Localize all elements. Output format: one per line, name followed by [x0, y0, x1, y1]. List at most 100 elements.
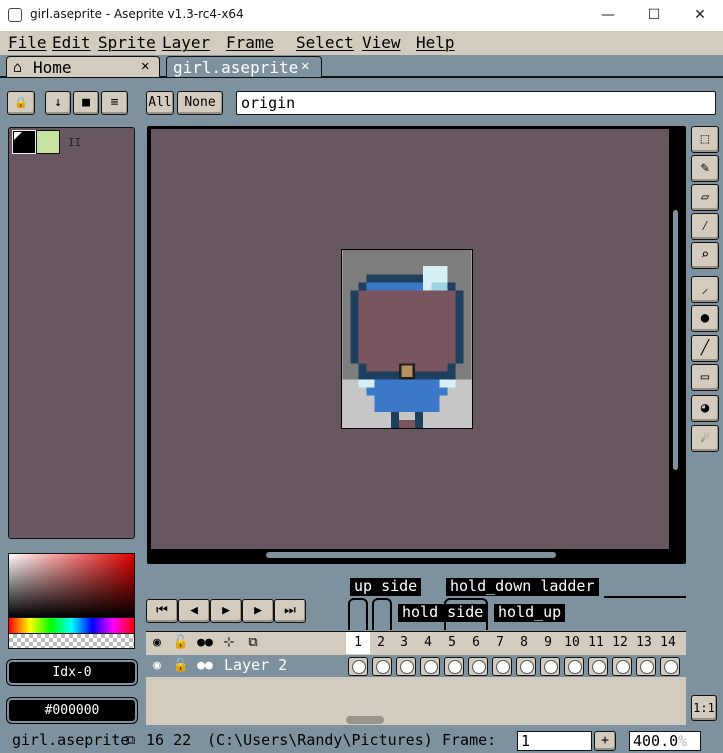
frame-number-input[interactable] [517, 731, 592, 751]
status-file-name: girl.aseprite [12, 731, 130, 749]
alpha-slider[interactable] [8, 634, 135, 649]
cel-frame-7[interactable] [492, 657, 512, 676]
frame-header-13[interactable]: 13 [633, 633, 655, 653]
select-all-button[interactable]: All [146, 91, 174, 115]
color-index-button[interactable]: Idx-0 [6, 659, 138, 686]
cel-frame-10[interactable] [564, 657, 584, 676]
frame-header-3[interactable]: 3 [393, 633, 415, 653]
continuous-header-icon[interactable]: ●● [194, 633, 216, 653]
frame-header-14[interactable]: 14 [657, 633, 679, 653]
frame-header-12[interactable]: 12 [609, 633, 631, 653]
lock-button[interactable]: 🔒 [7, 91, 35, 115]
tool-rectangular-marquee[interactable]: ⬚ [691, 126, 719, 153]
tag-up-side[interactable]: up side [350, 578, 422, 596]
cel-frame-12[interactable] [612, 657, 632, 676]
tool-pencil[interactable]: ✎ [691, 155, 719, 182]
frame-header-4[interactable]: 4 [417, 633, 439, 653]
add-frame-button[interactable]: + [594, 731, 616, 751]
layer-lock-icon[interactable]: 🔓 [170, 656, 192, 676]
menu-layer[interactable]: Layer [162, 33, 210, 52]
layer-name[interactable]: Layer 2 [224, 656, 287, 674]
hue-slider[interactable] [8, 618, 135, 634]
cel-frame-8[interactable] [516, 657, 536, 676]
horizontal-scrollbar[interactable] [266, 552, 556, 558]
list-button[interactable]: ≡ [101, 91, 128, 115]
frame-header-11[interactable]: 11 [585, 633, 607, 653]
palette-swatch-green[interactable] [36, 130, 60, 154]
play-button[interactable]: ▶ [210, 599, 242, 623]
tool-eraser[interactable]: ▱ [691, 184, 719, 211]
lock-header-icon[interactable]: 🔓 [170, 633, 192, 653]
cel-frame-2[interactable] [372, 657, 392, 676]
tool-paint-bucket[interactable]: ● [691, 305, 719, 332]
palette-swatch-black[interactable] [12, 130, 36, 154]
tab-girl-aseprite-close-icon[interactable]: ✕ [301, 58, 309, 74]
tab-home[interactable]: ⌂ Home ✕ [6, 56, 160, 77]
frame-header-1[interactable]: 1 [347, 633, 369, 653]
frame-header-5[interactable]: 5 [441, 633, 463, 653]
frame-header-6[interactable]: 6 [465, 633, 487, 653]
tab-home-close-icon[interactable]: ✕ [141, 58, 149, 74]
palette-grip-icon[interactable]: II [68, 136, 81, 149]
menu-frame[interactable]: Frame [226, 33, 274, 52]
next-frame-button[interactable]: ▶ [242, 599, 274, 623]
maximize-button[interactable]: ☐ [631, 0, 677, 31]
square-button[interactable]: ■ [73, 91, 99, 115]
onion-skin-icon[interactable]: ⧉ [242, 633, 264, 653]
minimize-button[interactable]: — [585, 0, 631, 31]
cel-frame-11[interactable] [588, 657, 608, 676]
layer-search-input[interactable] [236, 91, 716, 115]
first-frame-button[interactable]: ⏮ [146, 599, 178, 623]
close-window-button[interactable]: ✕ [677, 0, 723, 31]
previous-frame-button[interactable]: ◀ [178, 599, 210, 623]
frame-header-8[interactable]: 8 [513, 633, 535, 653]
cel-frame-3[interactable] [396, 657, 416, 676]
menu-help[interactable]: Help [416, 33, 455, 52]
cel-dot-icon [496, 660, 510, 674]
palette-panel[interactable] [8, 127, 135, 539]
tag-hold-up[interactable]: hold_up [494, 604, 566, 622]
frame-header-7[interactable]: 7 [489, 633, 511, 653]
tag-bracket-2 [372, 598, 392, 630]
tool-rectangle[interactable]: ▭ [691, 364, 719, 391]
reset-zoom-button[interactable]: 1:1 [691, 695, 717, 721]
cel-frame-4[interactable] [420, 657, 440, 676]
tool-blur[interactable]: ☄ [691, 425, 719, 452]
menu-select[interactable]: Select [296, 33, 354, 52]
sprite-canvas[interactable] [341, 249, 473, 429]
last-frame-button[interactable]: ⏭ [274, 599, 306, 623]
zoom-field[interactable]: 400.0% [629, 731, 701, 751]
tag-hold-down-ladder[interactable]: hold_down ladder [446, 578, 599, 596]
select-none-button[interactable]: None [177, 91, 223, 115]
layer-visibility-icon[interactable]: ◉ [146, 656, 168, 676]
tab-girl-aseprite[interactable]: girl.aseprite ✕ [166, 56, 322, 77]
move-down-button[interactable]: ↓ [45, 91, 71, 115]
saturation-value-picker[interactable] [8, 553, 135, 618]
link-header-icon[interactable]: ⊹ [218, 633, 240, 653]
menu-sprite[interactable]: Sprite [98, 33, 156, 52]
menu-edit[interactable]: Edit [52, 33, 91, 52]
frame-header-2[interactable]: 2 [370, 633, 392, 653]
menu-file[interactable]: File [8, 33, 47, 52]
tool-eyedropper[interactable]: ⁄ [691, 213, 719, 240]
cel-frame-9[interactable] [540, 657, 560, 676]
frame-header-9[interactable]: 9 [537, 633, 559, 653]
layer-continuous-icon[interactable]: ●● [194, 656, 216, 676]
tool-line[interactable]: ╱ [691, 335, 719, 362]
cel-frame-5[interactable] [444, 657, 464, 676]
tool-spray[interactable]: ⸝ [691, 276, 719, 303]
tool-zoom[interactable]: ⌕ [691, 242, 719, 269]
timeline-empty-area[interactable] [146, 677, 686, 725]
cel-frame-14[interactable] [660, 657, 680, 676]
cel-frame-6[interactable] [468, 657, 488, 676]
cel-frame-1[interactable] [348, 657, 368, 676]
visibility-header-icon[interactable]: ◉ [146, 633, 168, 653]
timeline-scrollbar[interactable] [346, 716, 384, 724]
blur-icon: ☄ [700, 430, 710, 446]
frame-header-10[interactable]: 10 [561, 633, 583, 653]
tool-contour[interactable]: ◕ [691, 395, 719, 422]
vertical-scrollbar[interactable] [673, 210, 678, 470]
color-hex-button[interactable]: #000000 [6, 697, 138, 724]
cel-frame-13[interactable] [636, 657, 656, 676]
menu-view[interactable]: View [362, 33, 401, 52]
